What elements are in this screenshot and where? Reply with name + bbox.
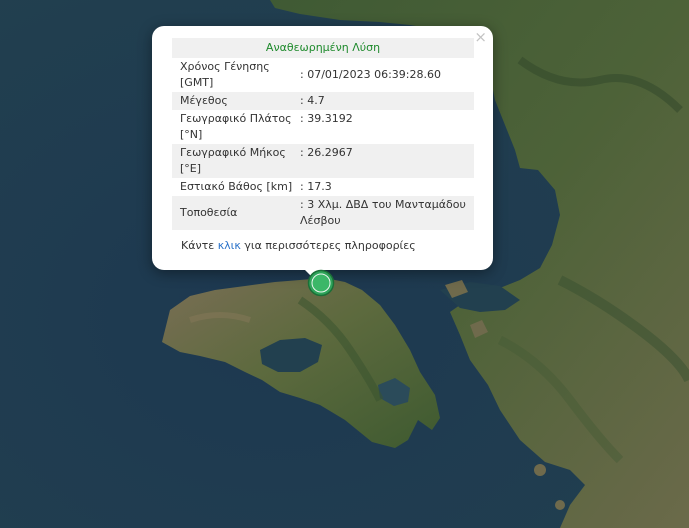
popup-title: Αναθεωρημένη Λύση (172, 38, 474, 58)
more-info-prefix: Κάντε (181, 239, 218, 252)
more-info-line: Κάντε κλικ για περισσότερες πληροφορίες (181, 239, 416, 252)
longitude-value: : 26.2967 (298, 144, 474, 178)
earthquake-info-popup: × Αναθεωρημένη Λύση Χρόνος Γένησης [GMT]… (152, 26, 493, 270)
more-info-suffix: για περισσότερες πληροφορίες (240, 239, 416, 252)
table-row: Γεωγραφικό Πλάτος [°N] : 39.3192 (172, 110, 474, 144)
earthquake-info-table: Αναθεωρημένη Λύση Χρόνος Γένησης [GMT] :… (172, 38, 474, 230)
magnitude-value: : 4.7 (298, 92, 474, 110)
location-label: Τοποθεσία (172, 196, 298, 230)
earthquake-marker-icon[interactable] (307, 269, 335, 297)
table-row: Χρόνος Γένησης [GMT] : 07/01/2023 06:39:… (172, 58, 474, 92)
origin-time-label: Χρόνος Γένησης [GMT] (180, 60, 270, 89)
small-islet (534, 464, 546, 476)
table-row: Τοποθεσία : 3 Χλμ. ΔΒΔ του Μανταμάδου Λέ… (172, 196, 474, 230)
table-row: Μέγεθος : 4.7 (172, 92, 474, 110)
close-icon[interactable]: × (474, 28, 487, 46)
latitude-value: : 39.3192 (300, 112, 353, 125)
latitude-label: Γεωγραφικό Πλάτος [°N] (180, 112, 292, 141)
magnitude-label: Μέγεθος (172, 92, 298, 110)
depth-label: Εστιακό Βάθος [km] (180, 180, 293, 193)
table-row: Εστιακό Βάθος [km] : 17.3 (172, 178, 474, 196)
location-value: : 3 Χλμ. ΔΒΔ του Μανταμάδου Λέσβου (298, 196, 474, 230)
more-info-link[interactable]: κλικ (218, 239, 241, 252)
longitude-label: Γεωγραφικό Μήκος [°E] (172, 144, 298, 178)
table-row: Γεωγραφικό Μήκος [°E] : 26.2967 (172, 144, 474, 178)
origin-time-value: : 07/01/2023 06:39:28.60 (300, 68, 441, 81)
small-islet (555, 500, 565, 510)
marker-inner (311, 273, 331, 293)
depth-value: : 17.3 (300, 180, 332, 193)
